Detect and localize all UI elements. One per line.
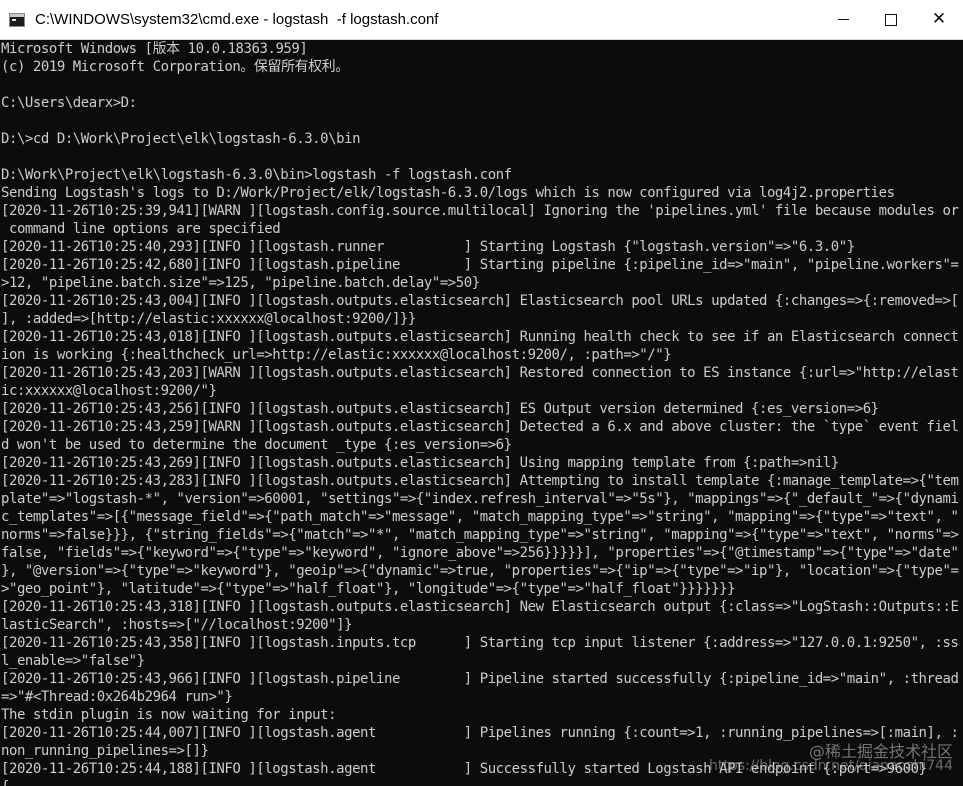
minimize-button[interactable] — [819, 0, 867, 40]
minimize-icon — [837, 19, 849, 20]
console-line: [2020-11-26T10:25:42,680][INFO ][logstas… — [1, 257, 959, 273]
console-line: Microsoft Windows [版本 10.0.18363.959] — [1, 41, 308, 57]
watermark-url: https://blog.csdn.net/qianaozhi744 — [709, 758, 953, 774]
console-line: [2020-11-26T10:25:43,358][INFO ][logstas… — [1, 635, 959, 651]
console-line: =>"#<Thread:0x264b2964 run>"} — [1, 689, 233, 705]
console-line: >"geo_point"}, "latitude"=>{"type"=>"hal… — [1, 581, 736, 597]
console-line: [2020-11-26T10:25:43,018][INFO ][logstas… — [1, 329, 959, 345]
window-title: C:\WINDOWS\system32\cmd.exe - logstash -… — [35, 11, 439, 28]
console-line: [2020-11-26T10:25:40,293][INFO ][logstas… — [1, 239, 855, 255]
close-icon: ✕ — [931, 9, 947, 29]
console-line: d won't be used to determine the documen… — [1, 437, 512, 453]
console-line: false, "fields"=>{"keyword"=>{"type"=>"k… — [1, 545, 959, 561]
title-bar[interactable]: C:\WINDOWS\system32\cmd.exe - logstash -… — [0, 0, 963, 40]
console-line: [2020-11-26T10:25:43,966][INFO ][logstas… — [1, 671, 959, 687]
console-line: [2020-11-26T10:25:43,283][INFO ][logstas… — [1, 473, 959, 489]
console-line: { — [1, 778, 963, 786]
console-line: [2020-11-26T10:25:44,007][INFO ][logstas… — [1, 725, 959, 741]
console-output[interactable]: Microsoft Windows [版本 10.0.18363.959] (c)… — [0, 40, 963, 786]
console-line: ion is working {:healthcheck_url=>http:/… — [1, 347, 672, 363]
console-line: lasticSearch", :hosts=>["//localhost:920… — [1, 617, 353, 633]
cmd-app-icon[interactable] — [9, 12, 25, 27]
console-line: >12, "pipeline.batch.size"=>125, "pipeli… — [1, 275, 480, 291]
console-line: D:\Work\Project\elk\logstash-6.3.0\bin>l… — [1, 167, 512, 183]
console-line: c_templates"=>[{"message_field"=>{"path_… — [1, 509, 959, 525]
close-button[interactable]: ✕ — [915, 0, 963, 40]
console-line: command line options are specified — [1, 221, 281, 237]
console-line: [2020-11-26T10:25:43,203][WARN ][logstas… — [1, 365, 959, 381]
console-line: D:\>cd D:\Work\Project\elk\logstash-6.3.… — [1, 131, 361, 147]
console-line: }, "@version"=>{"type"=>"keyword"}, "geo… — [1, 563, 959, 579]
console-line: [2020-11-26T10:25:43,259][WARN ][logstas… — [1, 419, 959, 435]
console-line: [2020-11-26T10:25:39,941][WARN ][logstas… — [1, 203, 959, 219]
console-line: The stdin plugin is now waiting for inpu… — [1, 707, 337, 723]
console-line: plate"=>"logstash-*", "version"=>60001, … — [1, 491, 959, 507]
console-line: [2020-11-26T10:25:43,318][INFO ][logstas… — [1, 599, 959, 615]
console-line: [2020-11-26T10:25:43,269][INFO ][logstas… — [1, 455, 839, 471]
console-line: ], :added=>[http://elastic:xxxxxx@localh… — [1, 311, 416, 327]
console-line: [2020-11-26T10:25:43,004][INFO ][logstas… — [1, 293, 959, 309]
window-controls: ✕ — [819, 0, 963, 40]
console-line: [2020-11-26T10:25:43,256][INFO ][logstas… — [1, 401, 879, 417]
console-line: (c) 2019 Microsoft Corporation。保留所有权利。 — [1, 59, 349, 75]
console-line: Sending Logstash's logs to D:/Work/Proje… — [1, 185, 895, 201]
console-line: norms"=>false}}}, {"string_fields"=>{"ma… — [1, 527, 959, 543]
console-line: ic:xxxxxx@localhost:9200/"} — [1, 383, 217, 399]
maximize-button[interactable] — [867, 0, 915, 40]
maximize-icon — [885, 13, 897, 26]
cmd-window: C:\WINDOWS\system32\cmd.exe - logstash -… — [0, 0, 963, 786]
console-line: C:\Users\dearx>D: — [1, 95, 137, 111]
console-line: l_enable=>"false"} — [1, 653, 145, 669]
